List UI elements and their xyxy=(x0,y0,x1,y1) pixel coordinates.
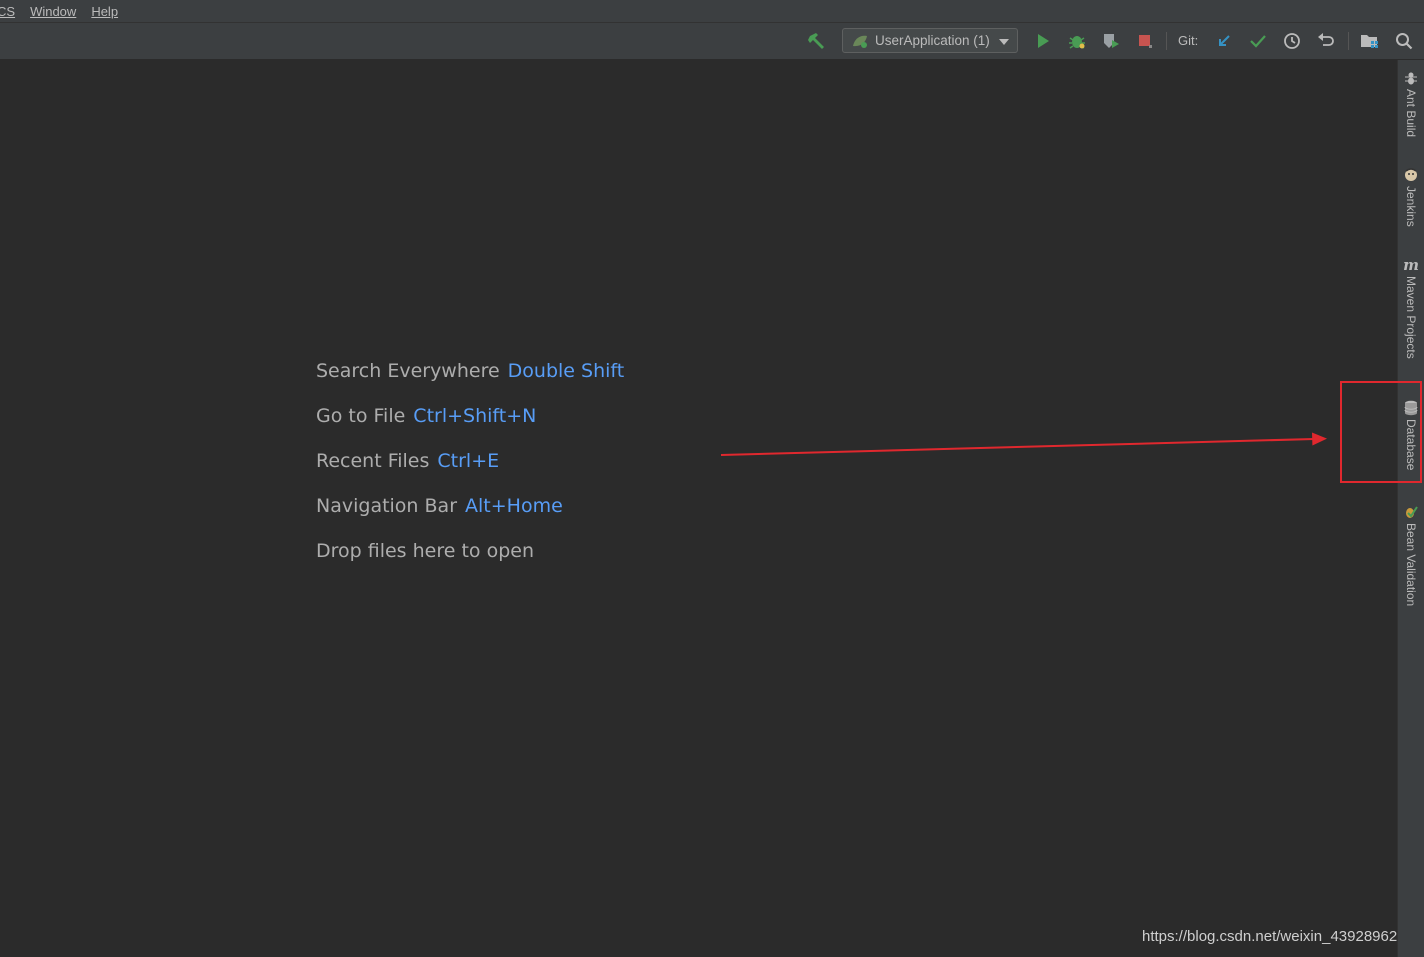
empty-editor-hints: Search Everywhere Double Shift Go to File… xyxy=(316,356,624,581)
menu-bar: CS Window Help xyxy=(0,0,1424,23)
tool-window-maven-projects[interactable]: m Maven Projects xyxy=(1398,256,1424,359)
hint-navigation-bar: Navigation Bar Alt+Home xyxy=(316,495,563,517)
run-configuration-label: UserApplication (1) xyxy=(875,33,990,48)
shortcut-key: Double Shift xyxy=(507,360,625,382)
watermark-url: https://blog.csdn.net/weixin_43928962 xyxy=(1142,928,1398,945)
project-structure-icon[interactable] xyxy=(1358,29,1382,53)
tool-window-ant-build[interactable]: Ant Build xyxy=(1398,70,1424,137)
git-update-arrow-icon[interactable] xyxy=(1212,29,1236,53)
editor-empty-area[interactable]: Search Everywhere Double Shift Go to File… xyxy=(0,60,1397,957)
menu-help[interactable]: Help xyxy=(91,4,118,19)
maven-icon: m xyxy=(1403,256,1419,274)
hint-go-to-file: Go to File Ctrl+Shift+N xyxy=(316,405,537,427)
debug-bug-icon[interactable] xyxy=(1065,29,1089,53)
hint-recent-files: Recent Files Ctrl+E xyxy=(316,450,500,472)
main-toolbar: UserApplication (1) Git: xyxy=(0,23,1424,60)
run-configuration-selector[interactable]: UserApplication (1) xyxy=(842,28,1018,53)
toolbar-separator xyxy=(1166,32,1167,50)
menu-vcs[interactable]: CS xyxy=(0,4,15,19)
toolbar-separator xyxy=(1348,32,1349,50)
ant-icon xyxy=(1403,70,1419,86)
jenkins-icon xyxy=(1403,167,1419,183)
shortcut-key: Ctrl+Shift+N xyxy=(413,405,537,427)
spring-boot-icon xyxy=(849,32,871,50)
chevron-down-icon xyxy=(999,33,1009,48)
run-with-coverage-icon[interactable] xyxy=(1099,29,1123,53)
stop-icon[interactable] xyxy=(1133,29,1157,53)
hint-drop-files: Drop files here to open xyxy=(316,540,535,562)
build-hammer-icon[interactable] xyxy=(805,29,829,53)
tool-window-jenkins[interactable]: Jenkins xyxy=(1398,167,1424,227)
tool-window-bean-validation[interactable]: Bean Validation xyxy=(1398,504,1424,606)
right-tool-window-strip: Ant Build Jenkins m Maven Projects Datab… xyxy=(1397,60,1424,957)
git-commit-check-icon[interactable] xyxy=(1246,29,1270,53)
history-clock-icon[interactable] xyxy=(1280,29,1304,53)
hint-search-everywhere: Search Everywhere Double Shift xyxy=(316,360,625,382)
shortcut-key: Ctrl+E xyxy=(437,450,500,472)
git-label: Git: xyxy=(1178,33,1199,48)
menu-window[interactable]: Window xyxy=(30,4,76,19)
bean-validation-icon xyxy=(1403,504,1419,520)
annotation-highlight-box xyxy=(1340,381,1422,483)
run-icon[interactable] xyxy=(1031,29,1055,53)
shortcut-key: Alt+Home xyxy=(465,495,563,517)
revert-undo-icon[interactable] xyxy=(1314,29,1338,53)
search-icon[interactable] xyxy=(1392,29,1416,53)
